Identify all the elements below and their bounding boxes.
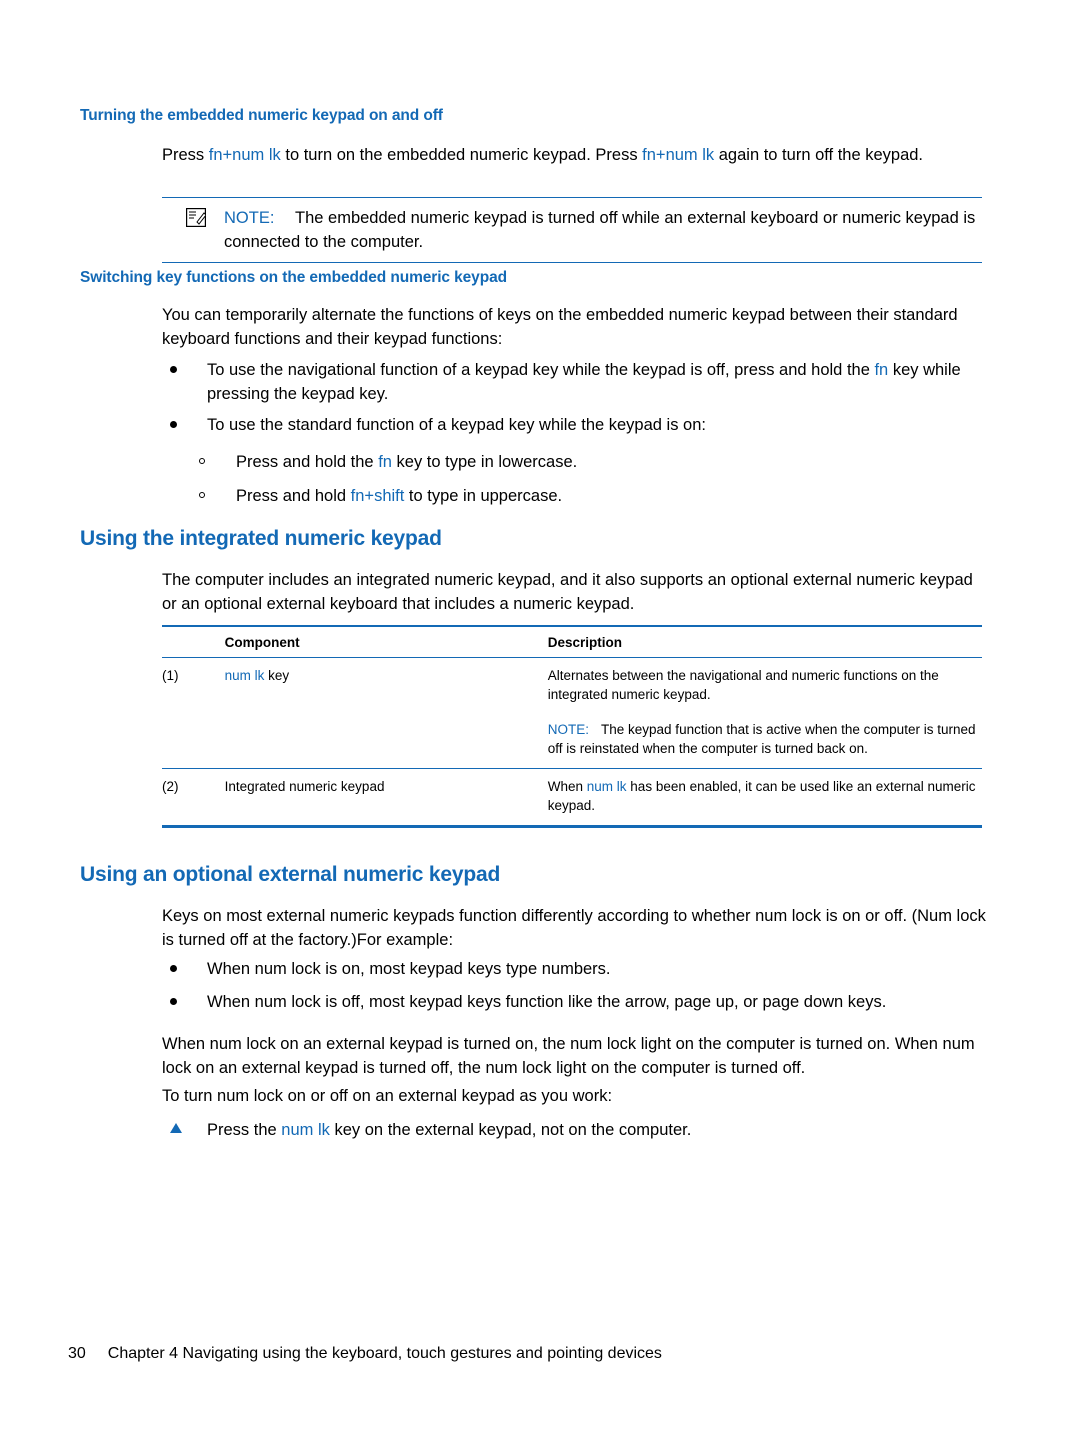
cell-description-2: When num lk has been enabled, it can be … (547, 768, 982, 828)
heading-switching-key-functions: Switching key functions on the embedded … (80, 269, 507, 286)
step-press-numlk: Press the num lk key on the external key… (170, 1118, 985, 1142)
header-description: Description (547, 625, 982, 658)
cell-num-1: (1) (162, 657, 225, 769)
text-press: Press (162, 146, 209, 164)
header-num (162, 625, 225, 658)
paragraph-turning-keypad: Press fn+num lk to turn on the embedded … (162, 143, 982, 167)
table-note-1: NOTE: The keypad function that is active … (548, 720, 982, 758)
cell-component-1: num lk key (224, 657, 548, 769)
key-fn-4: fn (378, 453, 392, 471)
sub2-part-b: to type in uppercase. (404, 487, 563, 505)
cell-description-1: Alternates between the navigational and … (547, 657, 982, 769)
text-middle: to turn on the embedded numeric keypad. … (280, 146, 643, 164)
document-page: Turning the embedded numeric keypad on a… (0, 0, 1080, 1437)
table-note-text-1: The keypad function that is active when … (547, 722, 976, 756)
bullet-numlock-on: When num lock is on, most keypad keys ty… (170, 957, 985, 981)
bullet-text: When num lock is on, most keypad keys ty… (207, 960, 611, 978)
key-fn-2: fn (642, 146, 656, 164)
key-numlk-4: num lk (586, 779, 627, 794)
subbullet-lowercase: Press and hold the fn key to type in low… (199, 450, 979, 474)
sub1-part-b: key to type in lowercase. (391, 453, 578, 471)
subbullet-text: Press and hold fn+shift to type in upper… (236, 484, 979, 508)
description-1-text: Alternates between the navigational and … (547, 668, 939, 702)
text-end: again to turn off the keypad. (714, 146, 924, 164)
bullet-text: To use the standard function of a keypad… (207, 416, 706, 434)
table-header-row: Component Description (162, 625, 982, 658)
plus-3: + (364, 487, 375, 505)
key-fn-1: fn (208, 146, 223, 164)
step-text: Press the num lk key on the external key… (207, 1118, 985, 1142)
key-shift: shift (374, 487, 405, 505)
tri-part-a: Press the (207, 1121, 282, 1139)
paragraph-integrated-keypad: The computer includes an integrated nume… (162, 571, 973, 613)
key-numlk-3: num lk (224, 668, 265, 683)
note-icon (186, 208, 207, 227)
paragraph-numlock-light: When num lock on an external keypad is t… (162, 1035, 975, 1077)
cell-component-2: Integrated numeric keypad (224, 768, 548, 828)
note-text-1: The embedded numeric keypad is turned of… (224, 209, 976, 251)
cell-num-2: (2) (162, 768, 225, 828)
note-box-1: NOTE: The embedded numeric keypad is tur… (162, 197, 982, 263)
heading-turning-embedded-keypad: Turning the embedded numeric keypad on a… (80, 107, 443, 124)
bullet-dot-icon (170, 965, 177, 972)
heading-using-integrated-keypad: Using the integrated numeric keypad (80, 527, 442, 550)
sub2-part-a: Press and hold (236, 487, 351, 505)
bullet-dot-icon (170, 998, 177, 1005)
description-2-pre: When (547, 779, 587, 794)
subbullet-dot-icon (199, 458, 205, 464)
bullet-dot-icon (170, 421, 177, 428)
table-note-label-1: NOTE: (547, 722, 590, 737)
table-row: (2) Integrated numeric keypad When num l… (162, 768, 982, 828)
heading-using-external-keypad: Using an optional external numeric keypa… (80, 863, 501, 886)
page-number: 30 (68, 1345, 86, 1362)
key-fn-3: fn (874, 361, 889, 379)
plus-2: + (655, 146, 666, 164)
note-label-1: NOTE: (224, 209, 275, 227)
tri-part-b: key on the external keypad, not on the c… (329, 1121, 692, 1139)
key-fn-5: fn (350, 487, 365, 505)
component-description-table: Component Description (1) num lk key Alt… (162, 625, 982, 828)
bullet-dot-icon (170, 366, 177, 373)
bullet-standard-function: To use the standard function of a keypad… (170, 413, 985, 437)
footer-chapter-title: Chapter 4 Navigating using the keyboard,… (107, 1345, 662, 1362)
key-numlk-5: num lk (281, 1121, 330, 1139)
subbullet-uppercase: Press and hold fn+shift to type in upper… (199, 484, 979, 508)
table-row: (1) num lk key Alternates between the na… (162, 657, 982, 769)
paragraph-turn-numlock: To turn num lock on or off on an externa… (162, 1087, 613, 1105)
bullet-navigational-function: To use the navigational function of a ke… (170, 358, 985, 406)
subbullet-text: Press and hold the fn key to type in low… (236, 450, 979, 474)
bullet1-part-a: To use the navigational function of a ke… (207, 361, 875, 379)
component-1-suffix: key (264, 668, 290, 683)
subbullet-dot-icon (199, 492, 205, 498)
bullet-text: When num lock is off, most keypad keys f… (207, 993, 887, 1011)
triangle-bullet-icon (170, 1123, 182, 1133)
paragraph-switching-functions: You can temporarily alternate the functi… (162, 306, 958, 348)
key-numlk-1: num lk (232, 146, 281, 164)
page-footer: 30 Chapter 4 Navigating using the keyboar… (68, 1345, 662, 1363)
bullet-text: To use the navigational function of a ke… (207, 358, 985, 406)
paragraph-external-keypad: Keys on most external numeric keypads fu… (162, 907, 986, 949)
bullet-numlock-off: When num lock is off, most keypad keys f… (170, 990, 985, 1014)
sub1-part-a: Press and hold the (236, 453, 379, 471)
header-component: Component (224, 625, 548, 658)
plus-1: + (222, 146, 233, 164)
key-numlk-2: num lk (665, 146, 715, 164)
